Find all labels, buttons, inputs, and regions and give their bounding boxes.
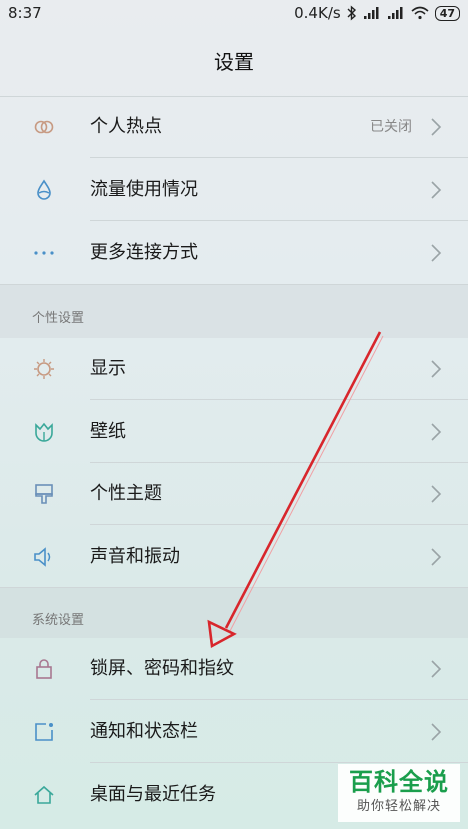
- setting-row-more-connections[interactable]: 更多连接方式: [0, 222, 468, 284]
- setting-row-data-usage[interactable]: 流量使用情况: [0, 159, 468, 221]
- chevron-right-icon: [431, 118, 442, 136]
- chevron-right-icon: [431, 360, 442, 378]
- setting-row-wallpaper[interactable]: 壁纸: [0, 401, 468, 463]
- chevron-right-icon: [431, 548, 442, 566]
- row-divider: [90, 762, 468, 763]
- bluetooth-icon: [347, 5, 356, 21]
- chevron-right-icon: [431, 723, 442, 741]
- battery-indicator: 47: [434, 5, 460, 21]
- chevron-right-icon: [431, 423, 442, 441]
- setting-row-lock-screen[interactable]: 锁屏、密码和指纹: [0, 638, 468, 700]
- chevron-right-icon: [431, 181, 442, 199]
- status-time: 8:37: [8, 4, 42, 22]
- status-indicators: 0.4K/s 47: [294, 4, 460, 22]
- row-value: 已关闭: [370, 119, 412, 135]
- row-divider: [90, 220, 468, 221]
- row-divider: [90, 524, 468, 525]
- home-icon: [34, 785, 54, 804]
- status-bar: 8:37 0.4K/s 47: [0, 0, 468, 26]
- notification-icon: [35, 723, 53, 741]
- chevron-right-icon: [431, 244, 442, 262]
- setting-row-sound[interactable]: 声音和振动: [0, 526, 468, 588]
- signal-icon-2: [387, 7, 403, 19]
- setting-row-display[interactable]: 显示: [0, 338, 468, 400]
- hotspot-icon: [34, 120, 54, 134]
- setting-row-themes[interactable]: 个性主题: [0, 463, 468, 525]
- brush-icon: [35, 484, 53, 504]
- row-divider: [90, 699, 468, 700]
- lock-icon: [36, 659, 52, 679]
- row-label: 桌面与最近任务: [90, 784, 216, 805]
- setting-row-hotspot[interactable]: 个人热点 已关闭: [0, 96, 468, 158]
- sun-icon: [34, 359, 54, 379]
- row-divider: [90, 157, 468, 158]
- row-label: 锁屏、密码和指纹: [90, 658, 234, 679]
- row-divider: [90, 399, 468, 400]
- chevron-right-icon: [431, 485, 442, 503]
- row-label: 壁纸: [90, 421, 126, 442]
- row-label: 声音和振动: [90, 546, 180, 567]
- more-dots-icon: [34, 251, 54, 255]
- watermark-logo: 百科全说 助你轻松解决: [338, 764, 460, 822]
- section-title: 个性设置: [32, 311, 85, 326]
- page-title: 设置: [214, 50, 254, 74]
- row-label: 更多连接方式: [90, 242, 198, 263]
- section-header-personal: 个性设置: [0, 285, 468, 338]
- wifi-icon: [411, 6, 429, 20]
- data-drop-icon: [37, 179, 51, 200]
- chevron-right-icon: [431, 660, 442, 678]
- watermark-title: 百科全说: [349, 768, 449, 796]
- row-label: 通知和状态栏: [90, 721, 198, 742]
- watermark-subtitle: 助你轻松解决: [356, 799, 441, 814]
- row-label: 流量使用情况: [90, 179, 198, 200]
- signal-icon: [363, 7, 379, 19]
- network-speed: 0.4K/s: [294, 4, 341, 22]
- setting-row-notifications[interactable]: 通知和状态栏: [0, 701, 468, 763]
- row-label: 显示: [90, 358, 126, 379]
- section-header-system: 系统设置: [0, 588, 468, 638]
- row-label: 个人热点: [90, 116, 162, 137]
- row-label: 个性主题: [90, 483, 162, 504]
- speaker-icon: [34, 547, 51, 567]
- section-title: 系统设置: [32, 613, 85, 628]
- tulip-icon: [35, 422, 53, 442]
